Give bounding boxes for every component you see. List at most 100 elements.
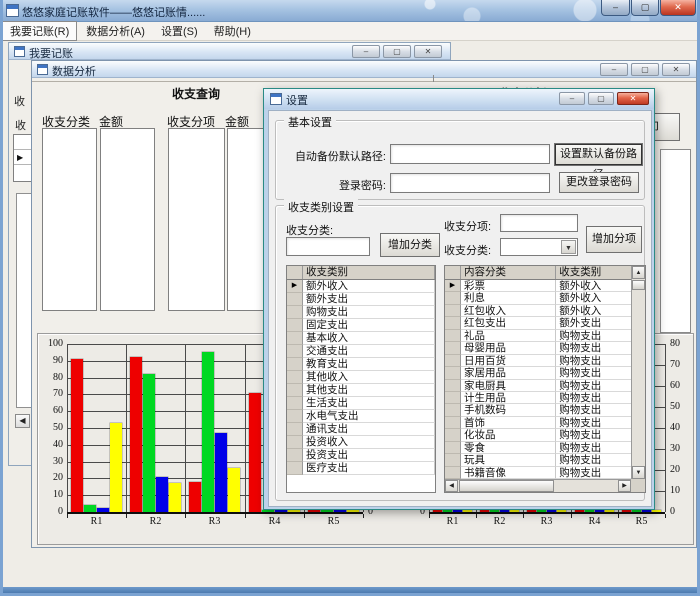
grid-cell: 教育支出 bbox=[303, 358, 435, 371]
scroll-left-icon[interactable]: ◀ bbox=[445, 480, 458, 492]
settings-close-button[interactable]: ✕ bbox=[617, 92, 649, 105]
grid-row[interactable]: 交通支出 bbox=[287, 345, 435, 358]
grid-row[interactable]: 家居用品购物支出 bbox=[445, 367, 631, 379]
vertical-scrollbar[interactable]: ▲ ▼ bbox=[631, 266, 645, 479]
change-password-button[interactable]: 更改登录密码 bbox=[559, 172, 639, 193]
set-backup-path-button[interactable]: 设置默认备份路径 bbox=[554, 143, 643, 166]
grid-row[interactable]: 礼品购物支出 bbox=[445, 330, 631, 342]
grid-row[interactable]: 手机数码购物支出 bbox=[445, 404, 631, 416]
close-button[interactable]: ✕ bbox=[660, 0, 696, 16]
grid-row[interactable]: 投资收入 bbox=[287, 436, 435, 449]
subitem-input[interactable] bbox=[500, 214, 578, 232]
backup-path-input[interactable] bbox=[390, 144, 550, 164]
row-selector-cell bbox=[287, 319, 303, 332]
grid-row[interactable]: 其他支出 bbox=[287, 384, 435, 397]
grid-row[interactable]: 通讯支出 bbox=[287, 423, 435, 436]
grid-row[interactable]: 家电厨具购物支出 bbox=[445, 380, 631, 392]
amount-listbox-1[interactable] bbox=[100, 128, 155, 311]
analysis-titlebar[interactable]: 数据分析 – ▢ ✕ bbox=[32, 61, 696, 78]
y-axis-tick-label: 80 bbox=[35, 372, 63, 383]
maximize-button[interactable]: ▢ bbox=[631, 0, 659, 16]
analysis-maximize-button[interactable]: ▢ bbox=[631, 63, 659, 76]
jizhang-window-title: 我要记账 bbox=[29, 45, 73, 61]
grid-row[interactable]: 其他收入 bbox=[287, 371, 435, 384]
row-selector-icon: ▶ bbox=[445, 280, 461, 292]
subitem-category-select[interactable]: ▼ bbox=[500, 238, 578, 256]
grid-row[interactable]: 利息额外收入 bbox=[445, 292, 631, 304]
grid-row[interactable]: 书籍音像购物支出 bbox=[445, 467, 631, 479]
y-axis-tick-label: 80 bbox=[670, 338, 696, 349]
menu-item-analysis[interactable]: 数据分析(A) bbox=[79, 22, 152, 40]
grid-row[interactable]: 基本收入 bbox=[287, 332, 435, 345]
grid-cell: 彩票 bbox=[461, 280, 556, 292]
grid-row[interactable]: ▶彩票额外收入 bbox=[445, 280, 631, 292]
scroll-down-icon[interactable]: ▼ bbox=[632, 466, 645, 479]
grid-row[interactable]: 教育支出 bbox=[287, 358, 435, 371]
grid-row[interactable]: 红包支出额外支出 bbox=[445, 317, 631, 329]
dropdown-arrow-icon[interactable]: ▼ bbox=[561, 240, 576, 254]
password-input[interactable] bbox=[390, 173, 550, 193]
scrollbar-thumb[interactable] bbox=[459, 480, 554, 492]
y-axis-tick-label: 70 bbox=[670, 359, 696, 370]
horizontal-scrollbar[interactable]: ◀ ▶ bbox=[445, 479, 631, 492]
scroll-up-icon[interactable]: ▲ bbox=[632, 266, 645, 279]
grid-row[interactable]: 购物支出 bbox=[287, 306, 435, 319]
jizhang-scroll-left-icon[interactable]: ◀ bbox=[15, 414, 30, 428]
grid-row[interactable]: 零食购物支出 bbox=[445, 442, 631, 454]
grid-cell: 购物支出 bbox=[556, 429, 631, 441]
grid-row[interactable]: 化妆品购物支出 bbox=[445, 429, 631, 441]
jizhang-titlebar[interactable]: 我要记账 – ▢ ✕ bbox=[9, 43, 450, 60]
category-input[interactable] bbox=[286, 237, 370, 256]
main-titlebar[interactable]: 悠悠家庭记账软件——悠悠记账情...... – ▢ ✕ bbox=[0, 0, 700, 22]
row-selector-cell bbox=[445, 429, 461, 441]
grid-cell: 购物支出 bbox=[556, 380, 631, 392]
grid-cell: 购物支出 bbox=[556, 417, 631, 429]
grid-row[interactable]: 投资支出 bbox=[287, 449, 435, 462]
subitem-category-value bbox=[501, 241, 504, 253]
grid-row[interactable]: 母婴用品购物支出 bbox=[445, 342, 631, 354]
grid-row[interactable]: 红包收入额外收入 bbox=[445, 305, 631, 317]
bar-red bbox=[575, 510, 584, 512]
settings-titlebar[interactable]: 设置 – ▢ ✕ bbox=[264, 89, 654, 109]
menu-item-settings[interactable]: 设置(S) bbox=[154, 22, 205, 40]
category-listbox[interactable] bbox=[42, 128, 97, 311]
menu-item-help[interactable]: 帮助(H) bbox=[207, 22, 258, 40]
grid-row[interactable]: 固定支出 bbox=[287, 319, 435, 332]
grid-row[interactable]: ▶额外收入 bbox=[287, 280, 435, 293]
row-selector-cell bbox=[445, 417, 461, 429]
grid-row[interactable]: 医疗支出 bbox=[287, 462, 435, 475]
grid-cell: 购物支出 bbox=[556, 330, 631, 342]
menu-item-record[interactable]: 我要记账(R) bbox=[2, 21, 77, 41]
group-separator-line bbox=[245, 344, 246, 512]
jizhang-close-button[interactable]: ✕ bbox=[414, 45, 442, 58]
content-category-grid[interactable]: 内容分类 收支类别 ▶彩票额外收入利息额外收入红包收入额外收入红包支出额外支出礼… bbox=[444, 265, 646, 493]
analysis-close-button[interactable]: ✕ bbox=[662, 63, 690, 76]
scroll-right-icon[interactable]: ▶ bbox=[618, 480, 631, 492]
analysis-window-icon bbox=[37, 64, 48, 75]
settings-maximize-button[interactable]: ▢ bbox=[588, 92, 614, 105]
grid-row[interactable]: 计生用品购物支出 bbox=[445, 392, 631, 404]
grid-row[interactable]: 玩具购物支出 bbox=[445, 454, 631, 466]
category-grid[interactable]: 收支类别 ▶额外收入额外支出购物支出固定支出基本收入交通支出教育支出其他收入其他… bbox=[286, 265, 436, 493]
grid-row[interactable]: 水电气支出 bbox=[287, 410, 435, 423]
minimize-button[interactable]: – bbox=[601, 0, 630, 16]
x-axis-category-label: R2 bbox=[476, 516, 523, 527]
grid-row[interactable]: 额外支出 bbox=[287, 293, 435, 306]
jizhang-maximize-button[interactable]: ▢ bbox=[383, 45, 411, 58]
settings-window-icon bbox=[270, 93, 282, 105]
scrollbar-thumb[interactable] bbox=[632, 280, 645, 290]
subitem-listbox[interactable] bbox=[168, 128, 225, 311]
basic-settings-group: 基本设置 自动备份默认路径: 设置默认备份路径 登录密码: 更改登录密码 bbox=[275, 120, 645, 200]
analysis-minimize-button[interactable]: – bbox=[600, 63, 628, 76]
settings-minimize-button[interactable]: – bbox=[559, 92, 585, 105]
jizhang-minimize-button[interactable]: – bbox=[352, 45, 380, 58]
grid-row[interactable]: 首饰购物支出 bbox=[445, 417, 631, 429]
grid-cell: 计生用品 bbox=[461, 392, 556, 404]
grid-row[interactable]: 生活支出 bbox=[287, 397, 435, 410]
add-subitem-button[interactable]: 增加分项 bbox=[586, 226, 642, 253]
grid-row[interactable]: 日用百货购物支出 bbox=[445, 355, 631, 367]
bar-yellow bbox=[463, 510, 472, 512]
add-category-button[interactable]: 增加分类 bbox=[380, 233, 440, 257]
category-grid-header-cell: 收支类别 bbox=[303, 266, 435, 279]
row-selector-cell bbox=[287, 397, 303, 410]
